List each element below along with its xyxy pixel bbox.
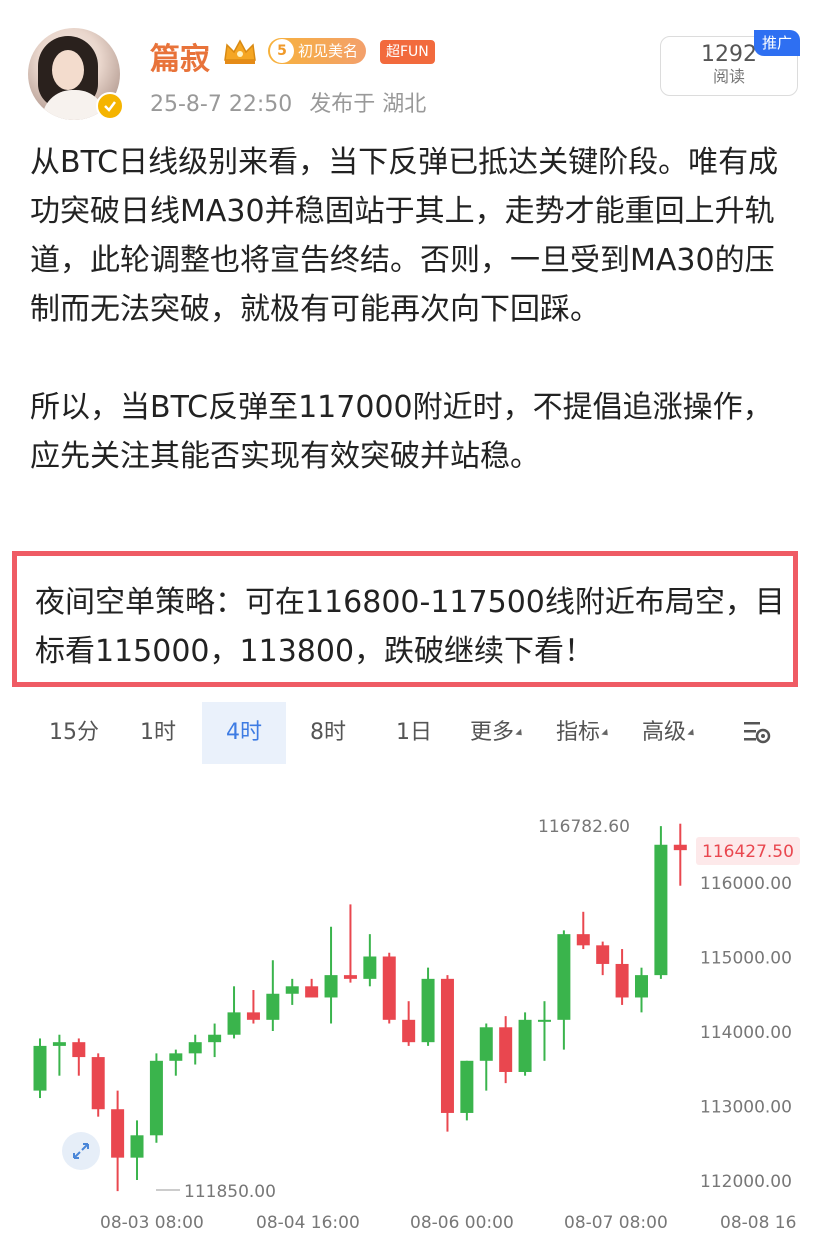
username[interactable]: 篇寂 — [150, 34, 210, 78]
candle-body[interactable] — [654, 844, 668, 976]
tab-15m[interactable]: 15分 — [30, 702, 118, 764]
candle-body[interactable] — [479, 1027, 493, 1061]
tab-advanced-label: 高级 — [641, 720, 686, 745]
expand-icon[interactable] — [62, 1132, 100, 1170]
candle-body[interactable] — [499, 1027, 513, 1072]
candles-group — [33, 823, 687, 1192]
candle-body[interactable] — [33, 1045, 47, 1091]
level-badge-label: 初见美名 — [298, 42, 359, 60]
tab-1h[interactable]: 1时 — [118, 702, 198, 764]
level-badge[interactable]: 5 初见美名 — [268, 38, 367, 64]
x-tick-label: 08-08 16 — [720, 1213, 796, 1233]
y-tick-label: 114000.00 — [700, 1023, 792, 1043]
candle-body[interactable] — [246, 1012, 260, 1020]
dropdown-arrow-icon — [687, 728, 697, 738]
candle-body[interactable] — [382, 956, 396, 1020]
candle-body[interactable] — [673, 844, 687, 851]
candle-body[interactable] — [518, 1019, 532, 1072]
candle-body[interactable] — [285, 986, 299, 994]
read-label: 阅读 — [712, 67, 745, 86]
post-meta: 25-8-7 22:50 发布于 湖北 — [150, 86, 436, 118]
high-price-label: 116782.60 — [538, 817, 630, 837]
candle-body[interactable] — [208, 1034, 222, 1043]
avatar-face — [52, 50, 84, 90]
x-tick-label: 08-06 00:00 — [410, 1213, 514, 1233]
verified-icon — [96, 92, 124, 120]
y-tick-label: 112000.00 — [700, 1172, 792, 1192]
candle-body[interactable] — [305, 986, 319, 998]
candle-body[interactable] — [91, 1057, 105, 1110]
y-axis: 116000.00 115000.00 114000.00 113000.00 1120… — [700, 874, 792, 1192]
tab-more-label: 更多 — [469, 720, 514, 745]
tab-advanced[interactable]: 高级 — [632, 702, 706, 764]
candle-body[interactable] — [460, 1060, 474, 1113]
fun-badge[interactable]: 超FUN — [380, 40, 435, 64]
y-tick-label: 116000.00 — [700, 874, 792, 894]
candle-body[interactable] — [402, 1019, 416, 1043]
candle-body[interactable] — [227, 1012, 241, 1035]
candle-body[interactable] — [343, 975, 357, 979]
level-number: 5 — [270, 39, 294, 63]
crown-icon — [224, 39, 256, 64]
post-paragraph-2: 所以，当BTC反弹至117000附近时，不提倡追涨操作，应先关注其能否实现有效突… — [30, 390, 773, 474]
tab-more[interactable]: 更多 — [460, 702, 534, 764]
post-header: 篇寂 5 初见美名 超FUN 25-8-7 22:50 发布于 湖北 1292 … — [0, 0, 828, 130]
chart-settings-icon[interactable] — [742, 718, 772, 746]
post-date: 25-8-7 22:50 — [150, 92, 293, 117]
candle-body[interactable] — [169, 1053, 183, 1061]
y-tick-label: 113000.00 — [700, 1098, 792, 1118]
post-body: 从BTC日线级别来看，当下反弹已抵达关键阶段。唯有成功突破日线MA30并稳固站于… — [30, 138, 800, 481]
candle-body[interactable] — [440, 978, 454, 1113]
post-location: 发布于 湖北 — [309, 92, 427, 117]
candle-body[interactable] — [188, 1042, 202, 1054]
candle-body[interactable] — [557, 934, 571, 1020]
post-paragraph-1: 从BTC日线级别来看，当下反弹已抵达关键阶段。唯有成功突破日线MA30并稳固站于… — [30, 145, 779, 327]
candle-body[interactable] — [111, 1109, 125, 1158]
candle-body[interactable] — [72, 1042, 86, 1058]
tab-8h[interactable]: 8时 — [288, 702, 368, 764]
tab-4h[interactable]: 4时 — [202, 702, 286, 764]
x-axis: 08-03 08:00 08-04 16:00 08-06 00:00 08-07 0… — [100, 1213, 796, 1233]
tab-indicators-label: 指标 — [555, 720, 600, 745]
candlestick-chart[interactable]: 116000.00 115000.00 114000.00 113000.00 1120… — [0, 780, 828, 1241]
y-tick-label: 115000.00 — [700, 949, 792, 969]
candle-body[interactable] — [266, 993, 280, 1020]
strategy-text: 夜间空单策略：可在116800-117500线附近布局空，目标看115000，1… — [35, 585, 785, 669]
x-tick-label: 08-03 08:00 — [100, 1213, 204, 1233]
tab-1d[interactable]: 1日 — [374, 702, 454, 764]
candle-body[interactable] — [634, 975, 648, 998]
candle-body[interactable] — [596, 945, 610, 964]
x-tick-label: 08-07 08:00 — [564, 1213, 668, 1233]
candle-body[interactable] — [576, 934, 590, 946]
low-price-label: 111850.00 — [184, 1182, 276, 1202]
x-tick-label: 08-04 16:00 — [256, 1213, 360, 1233]
candle-body[interactable] — [324, 975, 338, 998]
current-price-label: 116427.50 — [702, 842, 794, 862]
dropdown-arrow-icon — [601, 728, 611, 738]
promo-tag[interactable]: 推广 — [754, 30, 800, 56]
candle-body[interactable] — [421, 978, 435, 1043]
candle-body[interactable] — [149, 1060, 163, 1136]
dropdown-arrow-icon — [515, 728, 525, 738]
candle-body[interactable] — [52, 1042, 66, 1046]
chart-toolbar: 15分 1时 4时 8时 1日 更多 指标 高级 — [0, 702, 828, 764]
tab-indicators[interactable]: 指标 — [546, 702, 620, 764]
candle-body[interactable] — [615, 963, 629, 998]
candle-body[interactable] — [537, 1019, 551, 1022]
candle-body[interactable] — [130, 1135, 144, 1158]
candle-body[interactable] — [363, 956, 377, 979]
strategy-highlight-box: 夜间空单策略：可在116800-117500线附近布局空，目标看115000，1… — [12, 551, 798, 687]
